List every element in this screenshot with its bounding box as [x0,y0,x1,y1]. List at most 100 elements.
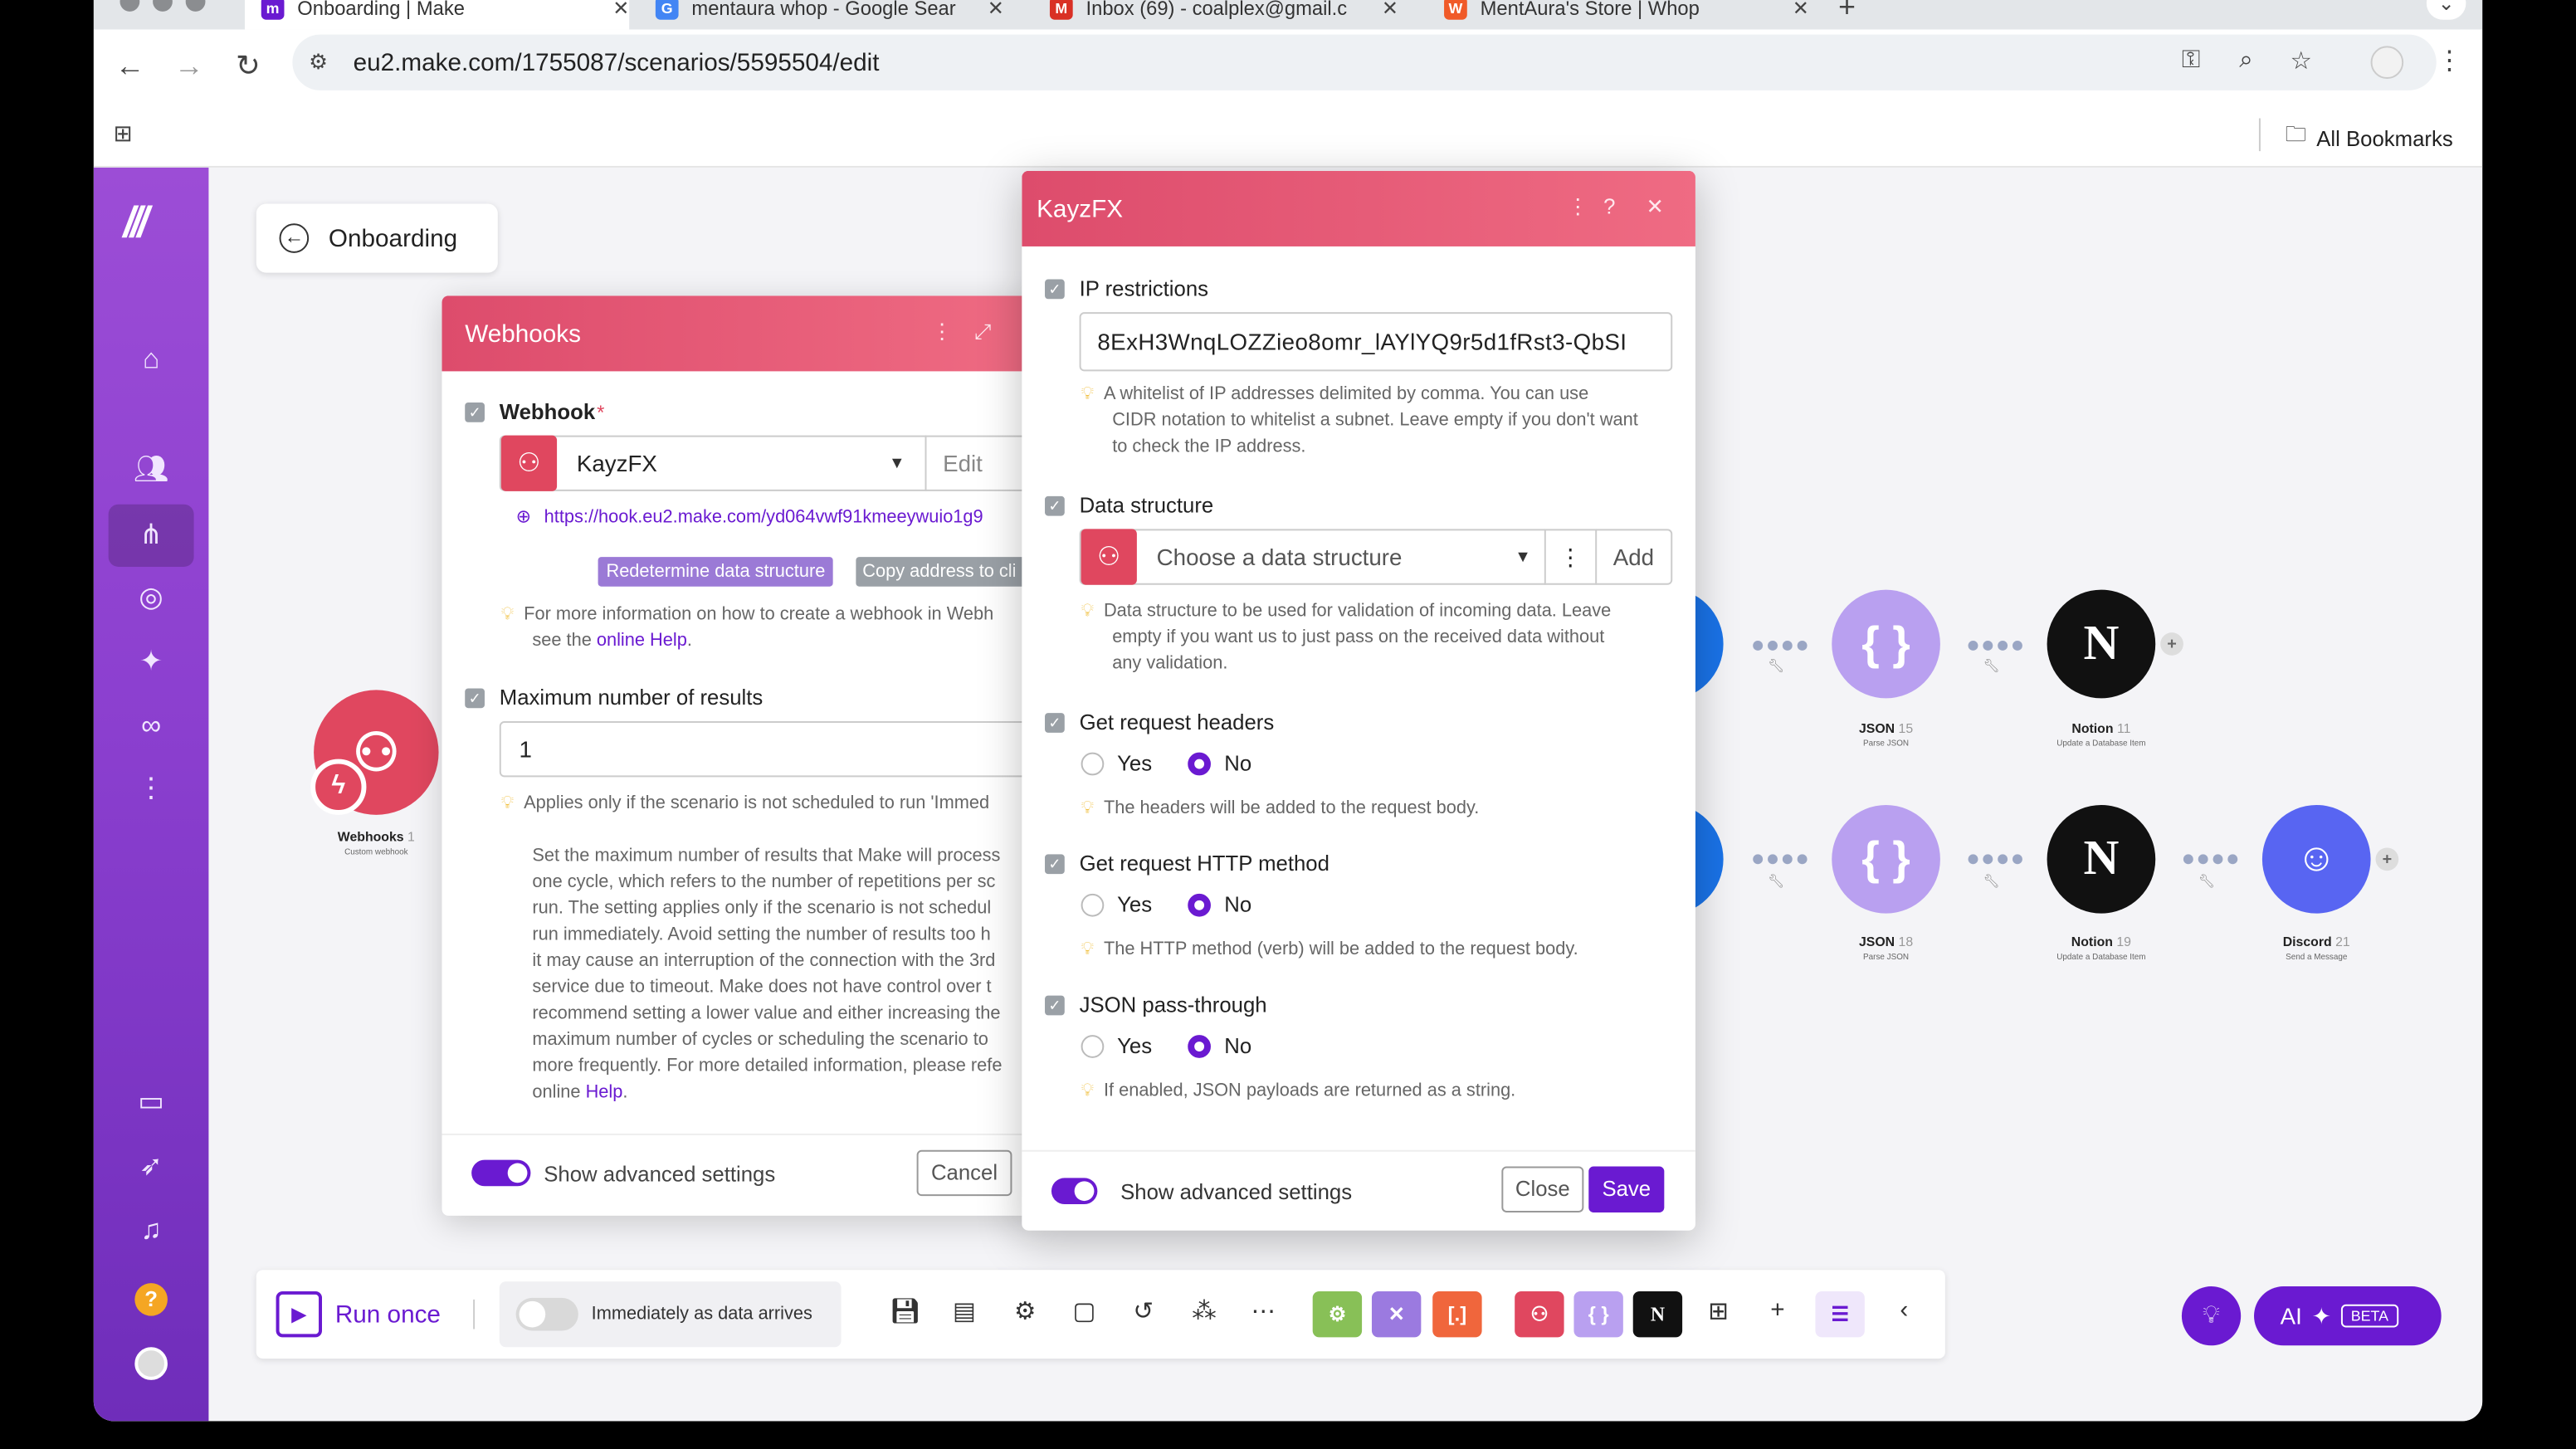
more-dots-icon[interactable]: ⋯ [1246,1296,1282,1326]
help-link[interactable]: Help [586,1083,623,1103]
toggle-switch[interactable] [471,1159,531,1187]
tab-gmail[interactable]: M Inbox (69) - coalplex@gmail.c ✕ [1033,0,1404,30]
omnibox[interactable]: ⚙ eu2.make.com/1755087/scenarios/5595504… [292,34,2437,90]
auto-align-wand-icon[interactable]: ⁂ [1186,1296,1222,1326]
notes-icon[interactable]: ▢ [1066,1296,1103,1326]
more-options-icon[interactable]: ⋮ [1568,194,1589,221]
dropdown-arrow-icon[interactable]: ▼ [1515,548,1531,566]
json-module-18[interactable]: { } [1832,805,1940,914]
expand-icon[interactable]: ⤢ [974,319,992,345]
apps-grid-icon[interactable]: ⊞ [1700,1296,1737,1326]
back-arrow-icon[interactable]: ← [279,223,310,253]
close-tab-icon[interactable]: ✕ [1793,0,1809,20]
tab-make[interactable]: m Onboarding | Make ✕ [244,0,630,30]
forward-icon[interactable]: → [169,46,209,85]
json-app-icon[interactable]: { } [1573,1290,1623,1338]
close-tab-icon[interactable]: ✕ [612,0,629,20]
method-no-radio[interactable]: No [1188,892,1251,917]
advanced-settings-toggle[interactable]: Show advanced settings [471,1159,775,1187]
close-tab-icon[interactable]: ✕ [1382,0,1398,20]
data-structure-select[interactable]: ⚇ Choose a data structure ▼ ⋮ Add [1079,529,1673,585]
ip-restrictions-input[interactable]: 8ExH3WnqLOZZieo8omr_lAYlYQ9r5d1fRst3-QbS… [1079,312,1673,372]
method-yes-radio[interactable]: Yes [1081,892,1152,917]
notion-module-19[interactable]: N [2047,805,2156,914]
save-button[interactable]: Save [1588,1166,1665,1212]
tab-google[interactable]: G mentaura whop - Google Sear ✕ [639,0,1010,30]
help-icon[interactable]: ? [134,1283,168,1316]
templates-icon[interactable]: ◎ [94,582,209,615]
url-text[interactable]: eu2.make.com/1755087/scenarios/5595504/e… [354,49,880,77]
flow-control-icon[interactable]: ✕ [1371,1290,1422,1338]
all-bookmarks[interactable]: 🗀 All Bookmarks [2286,120,2453,157]
json-yes-radio[interactable]: Yes [1081,1033,1152,1058]
more-options-icon[interactable]: ⋮ [931,319,953,345]
settings-gear-icon[interactable]: ⚙ [1007,1296,1043,1326]
back-icon[interactable]: ← [110,46,150,85]
scenarios-share-icon[interactable]: ⋔ [108,504,194,567]
home-icon[interactable]: ⌂ [94,344,209,377]
close-button[interactable]: Close [1501,1166,1584,1212]
redetermine-structure-button[interactable]: Redetermine data structure [598,557,834,587]
user-avatar[interactable] [134,1347,168,1380]
help-question-icon[interactable]: ? [1603,194,1615,219]
headers-yes-radio[interactable]: Yes [1081,751,1152,775]
breadcrumb[interactable]: ← Onboarding [256,203,498,273]
apps-grid-icon[interactable]: ⊞ [114,120,133,149]
field-checkbox[interactable]: ✓ [1045,853,1065,874]
password-key-icon[interactable]: ⚿ [2182,46,2201,74]
whats-new-rocket-icon[interactable]: ➶ [94,1150,209,1183]
notifications-bell-icon[interactable]: ♫ [94,1214,209,1247]
window-controls[interactable] [120,0,206,12]
add-plus-icon[interactable]: + [1759,1296,1796,1325]
save-icon[interactable]: 💾︎ [887,1296,924,1326]
toggle-switch[interactable] [515,1297,578,1331]
webhook-url[interactable]: https://hook.eu2.make.com/yd064vwf91kmee… [544,507,983,527]
field-checkbox[interactable]: ✓ [1045,712,1065,732]
new-tab-icon[interactable]: + [1838,0,1856,25]
field-checkbox[interactable]: ✓ [1045,495,1065,515]
collapse-chevron-icon[interactable]: ‹ [1886,1296,1923,1325]
text-parser-icon[interactable]: [.] [1432,1290,1482,1338]
browser-menu-icon[interactable]: ⋮ [2437,44,2463,77]
bookmark-star-icon[interactable]: ☆ [2291,46,2313,76]
field-checkbox[interactable]: ✓ [465,687,485,708]
add-structure-button[interactable]: Add [1613,544,1654,570]
notion-app-icon[interactable]: N [1632,1290,1683,1338]
close-icon[interactable]: ✕ [1647,194,1665,221]
headers-no-radio[interactable]: No [1188,751,1251,775]
wrench-icon[interactable]: 🔧︎ [1768,874,1784,889]
dropdown-arrow-icon[interactable]: ▼ [889,454,905,472]
ai-assistant-button[interactable]: AI ✦ BETA [2254,1286,2442,1346]
max-results-input[interactable]: 1 [499,721,1037,778]
online-help-link[interactable]: online Help [597,631,687,651]
tab-search-chevron-icon[interactable]: ⌄ [2426,0,2466,20]
edit-webhook-button[interactable]: Edit [943,450,983,476]
advanced-settings-toggle[interactable]: Show advanced settings [1051,1178,1352,1205]
more-icon[interactable]: ⋮ [94,772,209,805]
make-logo[interactable]: /// [123,198,149,248]
hints-bulb-button[interactable]: 💡︎ [2181,1286,2242,1346]
zoom-icon[interactable]: ⌕ [2239,46,2253,74]
wrench-icon[interactable]: 🔧︎ [1983,659,1999,674]
field-checkbox[interactable]: ✓ [1045,278,1065,299]
wrench-icon[interactable]: 🔧︎ [1983,874,1999,889]
tools-gear-icon[interactable]: ⚙ [1312,1290,1363,1338]
toggle-switch[interactable] [1051,1178,1098,1205]
field-checkbox[interactable]: ✓ [1045,994,1065,1015]
add-module-plus-icon[interactable]: + [2160,632,2183,656]
wrench-icon[interactable]: 🔧︎ [1768,659,1784,674]
reload-icon[interactable]: ↻ [228,46,268,85]
add-module-plus-icon[interactable]: + [2375,847,2399,871]
json-module-15[interactable]: { } [1832,589,1940,699]
discord-module-21[interactable]: ☺ [2261,805,2371,914]
site-settings-icon[interactable]: ⚙ [309,49,328,76]
undo-icon[interactable]: ↺ [1125,1296,1162,1326]
json-no-radio[interactable]: No [1188,1033,1251,1058]
run-once-button[interactable]: ▶ Run once [276,1290,441,1338]
structure-options-icon[interactable]: ⋮ [1559,543,1582,571]
checklist-icon[interactable]: ☰ [1815,1290,1865,1338]
profile-avatar[interactable] [2370,46,2404,80]
wrench-icon[interactable]: 🔧︎ [2198,874,2215,889]
cancel-button[interactable]: Cancel [916,1149,1012,1197]
field-checkbox[interactable]: ✓ [465,402,485,422]
